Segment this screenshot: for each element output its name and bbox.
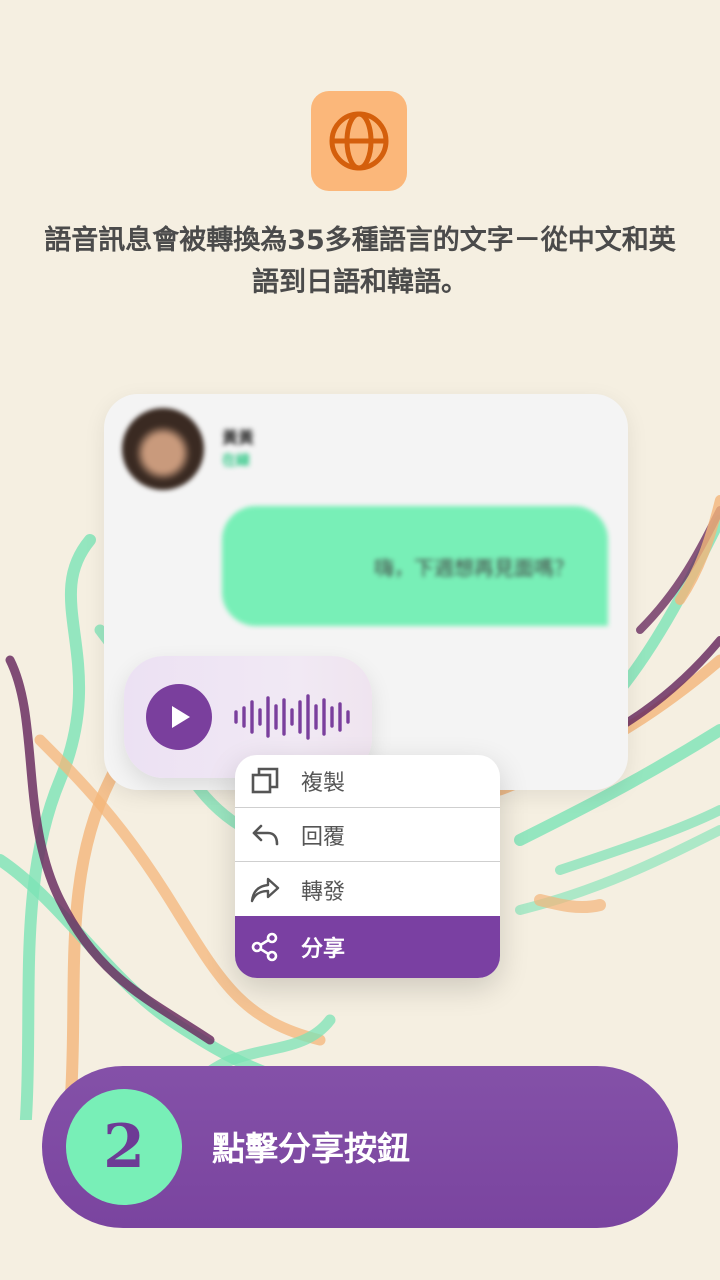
menu-item-copy[interactable]: 複製 [235,755,500,808]
step-number: 2 [66,1089,182,1205]
menu-item-label: 回覆 [301,825,346,850]
headline-text: 語音訊息會被轉換為35多種語言的文字－從中文和英語到日語和韓語。 [44,225,676,298]
share-icon [249,931,281,963]
reply-icon [249,819,281,851]
copy-icon [249,765,281,797]
play-button[interactable] [146,684,212,750]
contact-status: 在線 [222,453,250,469]
avatar [122,408,204,490]
menu-item-label: 轉發 [301,879,346,905]
waveform-icon [234,694,350,740]
menu-item-forward[interactable]: 轉發 [235,863,500,916]
globe-icon [329,111,389,171]
context-menu: 複製 回覆 轉發 分享 [235,755,500,978]
contact-name: 黃黃 [222,428,255,447]
screen: 語音訊息會被轉換為35多種語言的文字－從中文和英語到日語和韓語。 黃黃 在線 嗨… [0,0,720,1280]
menu-item-label: 分享 [301,937,346,962]
menu-item-share[interactable]: 分享 [235,916,500,978]
menu-item-reply[interactable]: 回覆 [235,809,500,862]
step-label: 點擊分享按鈕 [212,1129,410,1168]
globe-tile [311,91,407,191]
play-icon [172,706,190,728]
message-text: 嗨，下週想再見面嗎？ [374,555,574,580]
step-banner: 2 點擊分享按鈕 [42,1066,678,1228]
forward-icon [249,874,281,906]
message-bubble: 嗨，下週想再見面嗎？ [222,506,608,626]
menu-item-label: 複製 [301,771,346,796]
